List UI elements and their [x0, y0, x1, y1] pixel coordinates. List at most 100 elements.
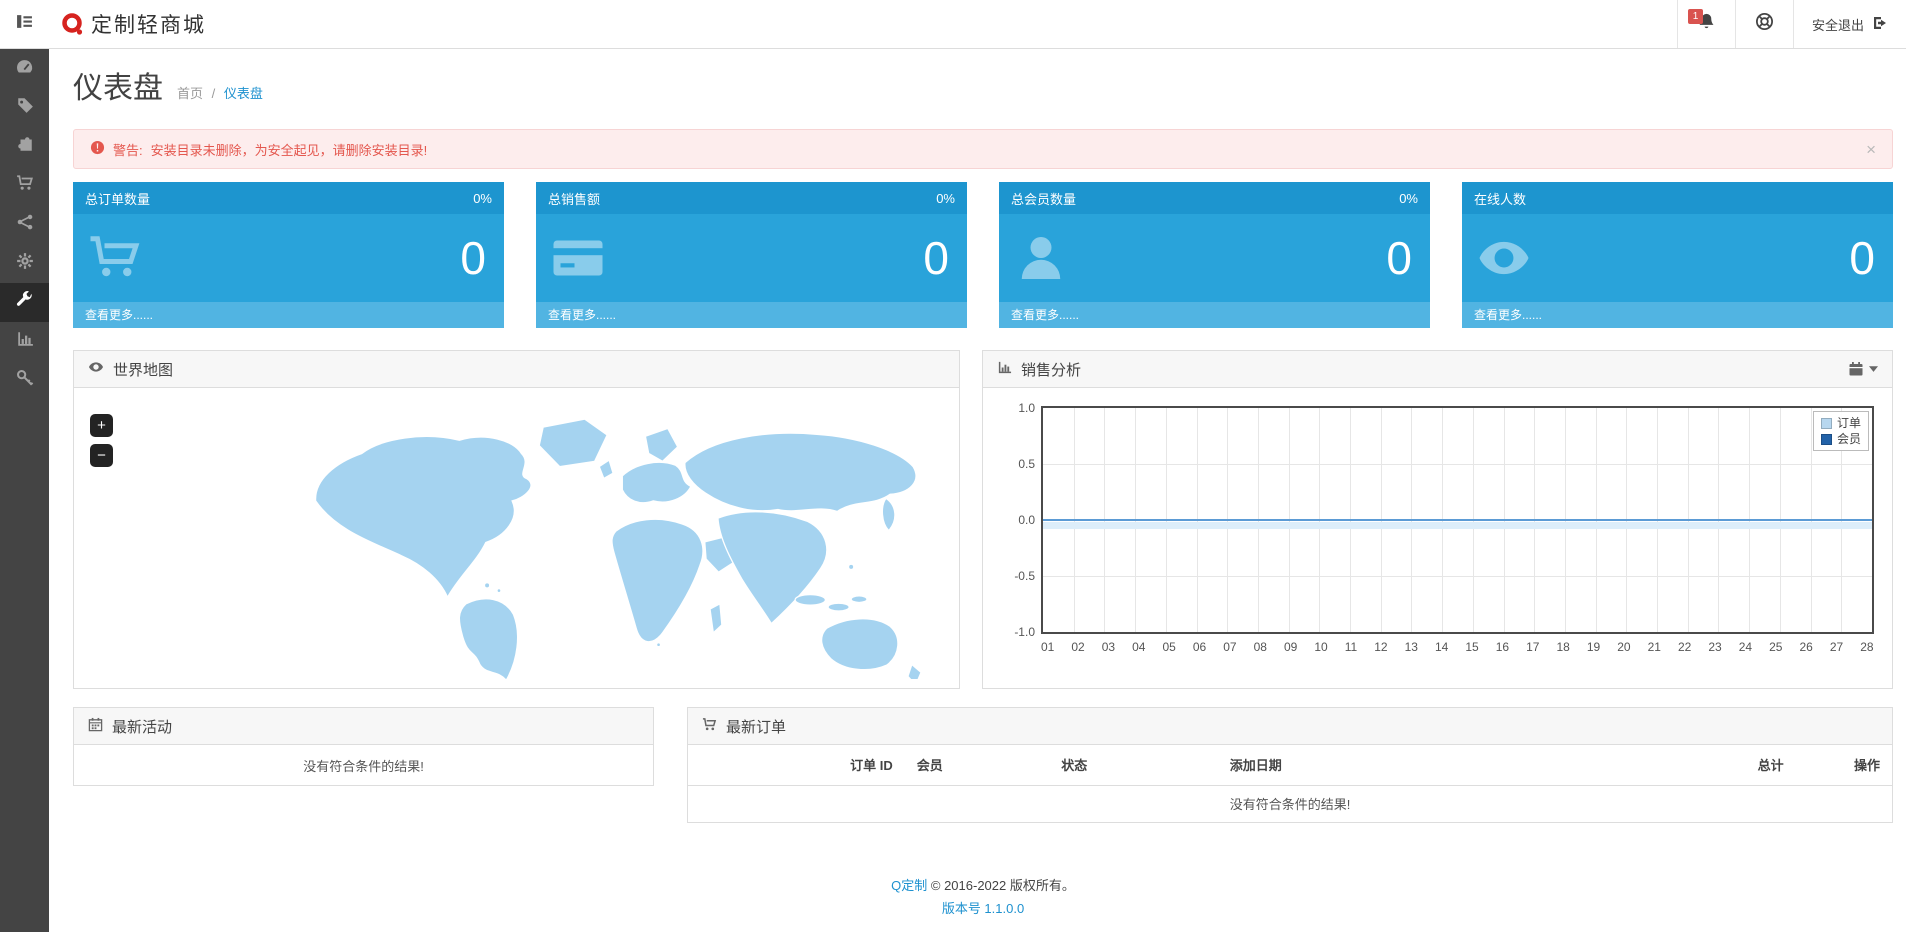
tile-title: 总订单数量: [85, 191, 151, 207]
panel-title: 最新订单: [726, 718, 787, 736]
tile-percent: 0%: [1399, 190, 1418, 206]
world-map-panel: 世界地图 + −: [73, 350, 960, 689]
orders-empty-row: 没有符合条件的结果!: [688, 785, 1892, 822]
tile-title: 总会员数量: [1011, 191, 1077, 207]
sidebar-toggle-button[interactable]: [0, 0, 49, 48]
cart-icon: [702, 717, 717, 736]
sales-chart: 1.0 0.5 0.0 -0.5 -1.0 订单 会员 01 02 03 04 05 06 07 08 0…: [983, 388, 1892, 688]
calendar-icon: [88, 717, 103, 736]
breadcrumb-home[interactable]: 首页: [177, 86, 203, 101]
copyright-line: Q定制 © 2016-2022 版权所有。: [73, 875, 1893, 898]
stat-tiles: 总订单数量 0% 0 查看更多...... 总销售额 0% 0 查看更多....…: [73, 182, 1893, 328]
alert-label: 警告:: [113, 142, 143, 158]
panel-title: 销售分析: [1021, 361, 1082, 379]
bar-chart-icon: [16, 330, 34, 353]
world-map[interactable]: + −: [74, 388, 959, 688]
calendar-icon: [1849, 362, 1863, 376]
panel-title: 世界地图: [113, 361, 174, 379]
tile-value: 0: [923, 232, 949, 284]
notification-badge: 1: [1687, 9, 1703, 24]
user-icon: [1021, 237, 1061, 279]
orders-table: 订单 ID 会员 状态 添加日期 总计 操作 没有符合条件的结果!: [688, 745, 1892, 822]
sidebar-item-catalog[interactable]: [0, 88, 49, 127]
sales-chart-plot: 1.0 0.5 0.0 -0.5 -1.0 订单 会员: [1014, 401, 1874, 639]
tile-total-sales: 总销售额 0% 0 查看更多......: [536, 182, 967, 328]
middle-row: 世界地图 + − 销售分析 1.0 0.5 0.0 -0.5 -1.0 订单 会…: [73, 350, 1893, 689]
sidebar-item-system[interactable]: [0, 244, 49, 283]
credit-card-icon: [553, 240, 603, 276]
sales-analytics-panel: 销售分析 1.0 0.5 0.0 -0.5 -1.0 订单 会员 01 02 03 04 05 06…: [982, 350, 1893, 689]
sidebar-item-reports[interactable]: [0, 322, 49, 361]
breadcrumb-current[interactable]: 仪表盘: [224, 86, 263, 101]
logout-button[interactable]: 安全退出: [1792, 0, 1906, 48]
panel-title: 最新活动: [112, 718, 173, 736]
alert-text: 安装目录未删除，为安全起见，请删除安装目录!: [150, 142, 428, 158]
view-more-link[interactable]: 查看更多......: [1462, 302, 1893, 328]
brand-name: 定制轻商城: [91, 14, 206, 37]
sidebar-item-api[interactable]: [0, 361, 49, 400]
view-more-link[interactable]: 查看更多......: [536, 302, 967, 328]
bar-chart-icon: [997, 360, 1012, 379]
sidebar-item-sales[interactable]: [0, 166, 49, 205]
view-more-link[interactable]: 查看更多......: [999, 302, 1430, 328]
tile-title: 总销售额: [548, 191, 601, 207]
gear-icon: [16, 252, 34, 275]
cart-icon: [90, 236, 140, 277]
date-filter-button[interactable]: [1848, 361, 1878, 377]
chart-legend: 订单 会员: [1812, 411, 1869, 451]
logout-label: 安全退出: [1811, 17, 1864, 33]
key-icon: [16, 369, 34, 392]
eye-icon: [1479, 241, 1529, 275]
page-header: 仪表盘 首页 / 仪表盘: [73, 63, 1893, 107]
sign-out-icon: [1872, 15, 1888, 34]
cart-icon: [16, 174, 34, 197]
sidebar-item-marketing[interactable]: [0, 205, 49, 244]
tile-percent: 0%: [936, 190, 955, 206]
alert-close[interactable]: ×: [1866, 141, 1876, 158]
help-button[interactable]: [1734, 0, 1793, 48]
sidebar-nav: [0, 49, 49, 932]
eye-icon: [88, 359, 104, 379]
map-zoom-in-button[interactable]: +: [90, 414, 113, 437]
sidebar-item-extensions[interactable]: [0, 127, 49, 166]
latest-orders-panel: 最新订单 订单 ID 会员 状态 添加日期 总计 操作 没有符合条件的结果!: [687, 707, 1893, 823]
puzzle-icon: [16, 135, 34, 158]
brand-logo[interactable]: 定制轻商城: [49, 0, 206, 48]
activity-empty-text: 没有符合条件的结果!: [303, 758, 424, 774]
tile-total-members: 总会员数量 0% 0 查看更多......: [999, 182, 1430, 328]
version-link[interactable]: 版本号 1.1.0.0: [942, 901, 1024, 916]
tile-online-users: 在线人数 0 查看更多......: [1462, 182, 1893, 328]
bottom-row: 最新活动 没有符合条件的结果! 最新订单 订单 ID 会员 状态 添加日期 总计…: [73, 707, 1893, 823]
sidebar-item-dashboard[interactable]: [0, 49, 49, 88]
col-action: 操作: [1795, 745, 1892, 786]
col-order-id: 订单 ID: [688, 745, 905, 786]
sales-chart-xlabels: 01 02 03 04 05 06 07 08 09 10 11 12 13 14 15 16 17 18 19 20…: [1041, 640, 1874, 654]
breadcrumb: 首页 / 仪表盘: [177, 83, 263, 102]
life-ring-icon: [1755, 12, 1774, 36]
view-more-link[interactable]: 查看更多......: [73, 302, 504, 328]
tile-value: 0: [460, 232, 486, 284]
copyright-text: © 2016-2022 版权所有。: [930, 878, 1075, 893]
col-total: 总计: [1603, 745, 1796, 786]
warning-alert: 警告: 安装目录未删除，为安全起见，请删除安装目录! ×: [73, 129, 1893, 169]
tile-total-orders: 总订单数量 0% 0 查看更多......: [73, 182, 504, 328]
col-date-added: 添加日期: [1217, 745, 1604, 786]
latest-activity-panel: 最新活动 没有符合条件的结果!: [73, 707, 654, 786]
col-member: 会员: [904, 745, 1050, 786]
tag-icon: [16, 96, 34, 119]
share-icon: [16, 213, 34, 236]
map-zoom-out-button[interactable]: −: [90, 444, 113, 467]
tile-value: 0: [1849, 232, 1875, 284]
caret-down-icon: [1869, 366, 1878, 372]
copyright-link[interactable]: Q定制: [891, 878, 927, 893]
topbar-actions: 1 安全退出: [1676, 0, 1906, 48]
exclamation-circle-icon: [90, 140, 105, 158]
orders-empty-text: 没有符合条件的结果!: [1229, 797, 1351, 813]
sidebar-item-tools[interactable]: [0, 283, 49, 322]
world-map-image: [314, 418, 922, 679]
col-status: 状态: [1049, 745, 1218, 786]
top-header: 定制轻商城 1 安全退出: [0, 0, 1906, 49]
breadcrumb-separator: /: [211, 86, 216, 101]
page-title: 仪表盘: [73, 72, 163, 105]
notifications-button[interactable]: 1: [1676, 0, 1735, 48]
